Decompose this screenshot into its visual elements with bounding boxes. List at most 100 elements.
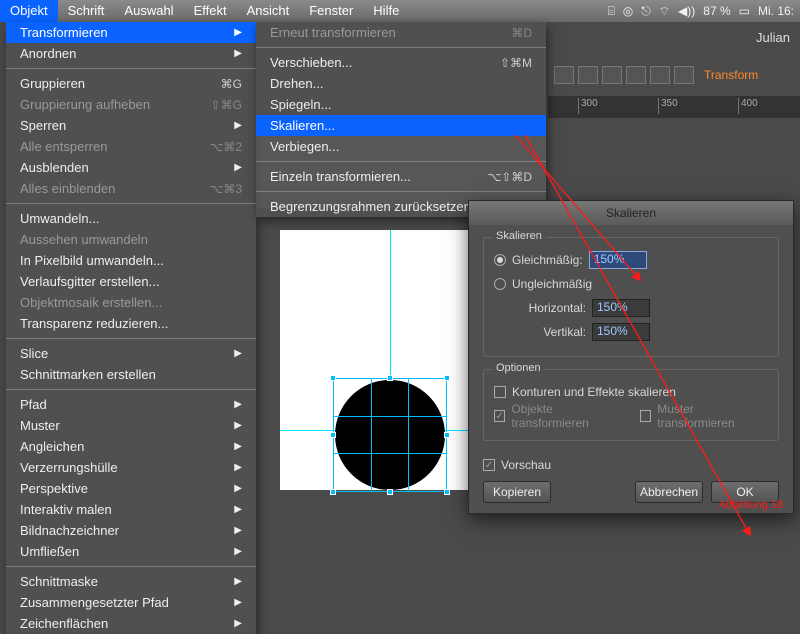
dropbox-icon: ⌸ <box>608 4 615 19</box>
resize-handle[interactable] <box>387 375 393 381</box>
resize-handle[interactable] <box>330 375 336 381</box>
menu-auswahl[interactable]: Auswahl <box>114 0 183 22</box>
menu-item-label: Angleichen <box>20 439 84 454</box>
align-icon[interactable] <box>602 66 622 84</box>
resize-handle[interactable] <box>330 432 336 438</box>
menu-item[interactable]: Verzerrungshülle▶ <box>6 457 256 478</box>
menu-schrift[interactable]: Schrift <box>58 0 115 22</box>
submenu-arrow-icon: ▶ <box>234 546 242 557</box>
sync-icon: ◎ <box>623 4 633 18</box>
ruler-tick: 300 <box>578 98 598 114</box>
menu-shortcut: ⌥⌘3 <box>209 182 242 196</box>
menu-item-label: In Pixelbild umwandeln... <box>20 253 164 268</box>
menu-item-label: Gruppierung aufheben <box>20 97 150 112</box>
resize-handle[interactable] <box>444 489 450 495</box>
menu-item[interactable]: Anordnen▶ <box>6 43 256 64</box>
menu-item[interactable]: Verlaufsgitter erstellen... <box>6 271 256 292</box>
objekt-menu[interactable]: Transformieren▶Anordnen▶Gruppieren⌘GGrup… <box>6 22 256 634</box>
submenu-arrow-icon: ▶ <box>234 597 242 608</box>
menu-item-label: Slice <box>20 346 48 361</box>
resize-handle[interactable] <box>444 375 450 381</box>
menu-item-label: Perspektive <box>20 481 88 496</box>
checkbox-scale-strokes[interactable] <box>494 386 506 398</box>
menu-item: Gruppierung aufheben⇧⌘G <box>6 94 256 115</box>
menu-item-label: Verzerrungshülle <box>20 460 118 475</box>
menu-item[interactable]: Einzeln transformieren...⌥⇧⌘D <box>256 166 546 187</box>
menu-item[interactable]: In Pixelbild umwandeln... <box>6 250 256 271</box>
menu-item[interactable]: Schnittmaske▶ <box>6 571 256 592</box>
menu-item[interactable]: Drehen... <box>256 73 546 94</box>
resize-handle[interactable] <box>330 489 336 495</box>
menu-item[interactable]: Transparenz reduzieren... <box>6 313 256 334</box>
menu-item[interactable]: Umfließen ▶ <box>6 541 256 562</box>
menu-item[interactable]: Verschieben...⇧⌘M <box>256 52 546 73</box>
menu-item[interactable]: Zeichenflächen▶ <box>6 613 256 634</box>
menu-fenster[interactable]: Fenster <box>299 0 363 22</box>
bluetooth-icon: ⎋ <box>641 4 651 19</box>
selection-bounding-box[interactable] <box>333 378 447 492</box>
menu-item-label: Umfließen <box>20 544 79 559</box>
align-toolbar: Transform <box>550 60 800 90</box>
checkbox-preview[interactable] <box>483 459 495 471</box>
menu-item-label: Transparenz reduzieren... <box>20 316 168 331</box>
menu-ansicht[interactable]: Ansicht <box>237 0 300 22</box>
menu-shortcut: ⌥⌘2 <box>209 140 242 154</box>
menu-item-label: Interaktiv malen <box>20 502 112 517</box>
submenu-arrow-icon: ▶ <box>234 348 242 359</box>
menu-item[interactable]: Schnittmarken erstellen <box>6 364 256 385</box>
submenu-arrow-icon: ▶ <box>234 27 242 38</box>
menubar: Objekt Schrift Auswahl Effekt Ansicht Fe… <box>0 0 800 22</box>
ruler-tick: 350 <box>658 98 678 114</box>
submenu-arrow-icon: ▶ <box>234 525 242 536</box>
menu-item-label: Ausblenden <box>20 160 89 175</box>
radio-uniform[interactable] <box>494 254 506 266</box>
menu-objekt[interactable]: Objekt <box>0 0 58 22</box>
submenu-arrow-icon: ▶ <box>234 618 242 629</box>
menu-item[interactable]: Pfad▶ <box>6 394 256 415</box>
menu-item[interactable]: Transformieren▶ <box>6 22 256 43</box>
menu-item: Aussehen umwandeln <box>6 229 256 250</box>
menu-item[interactable]: Slice ▶ <box>6 343 256 364</box>
annotation-arrow-icon <box>520 130 780 550</box>
submenu-arrow-icon: ▶ <box>234 483 242 494</box>
menu-item: Objektmosaik erstellen... <box>6 292 256 313</box>
resize-handle[interactable] <box>444 432 450 438</box>
menu-item[interactable]: Ausblenden▶ <box>6 157 256 178</box>
align-icon[interactable] <box>578 66 598 84</box>
menu-item[interactable]: Skalieren... <box>256 115 546 136</box>
transformieren-submenu[interactable]: Erneut transformieren⌘D Verschieben...⇧⌘M… <box>256 22 546 217</box>
menu-item[interactable]: Angleichen▶ <box>6 436 256 457</box>
align-icon[interactable] <box>650 66 670 84</box>
menu-hilfe[interactable]: Hilfe <box>363 0 409 22</box>
menu-item[interactable]: Sperren▶ <box>6 115 256 136</box>
menu-item-label: Aussehen umwandeln <box>20 232 148 247</box>
menu-item[interactable]: Gruppieren⌘G <box>6 73 256 94</box>
menu-item-label: Pfad <box>20 397 47 412</box>
battery-percent: 87 % <box>703 4 730 18</box>
menu-item-label: Erneut transformieren <box>270 25 396 40</box>
menu-item[interactable]: Interaktiv malen▶ <box>6 499 256 520</box>
menu-item[interactable]: Verbiegen... <box>256 136 546 157</box>
align-icon[interactable] <box>626 66 646 84</box>
resize-handle[interactable] <box>387 489 393 495</box>
menu-item[interactable]: Spiegeln... <box>256 94 546 115</box>
menu-item-label: Verlaufsgitter erstellen... <box>20 274 159 289</box>
menu-item-label: Anordnen <box>20 46 76 61</box>
align-icon[interactable] <box>674 66 694 84</box>
menu-item[interactable]: Umwandeln... <box>6 208 256 229</box>
menu-item[interactable]: Bildnachzeichner▶ <box>6 520 256 541</box>
menu-item-label: Sperren <box>20 118 66 133</box>
menu-item: Erneut transformieren⌘D <box>256 22 546 43</box>
menu-item-label: Schnittmaske <box>20 574 98 589</box>
menu-item-label: Alle entsperren <box>20 139 107 154</box>
align-icon[interactable] <box>554 66 574 84</box>
menu-item-label: Verbiegen... <box>270 139 339 154</box>
panel-tab-transform[interactable]: Transform <box>704 68 758 82</box>
menu-item-label: Umwandeln... <box>20 211 99 226</box>
menu-effekt[interactable]: Effekt <box>184 0 237 22</box>
menu-item[interactable]: Perspektive ▶ <box>6 478 256 499</box>
radio-nonuniform[interactable] <box>494 278 506 290</box>
menu-item-label: Verschieben... <box>270 55 352 70</box>
menu-item[interactable]: Zusammengesetzter Pfad▶ <box>6 592 256 613</box>
menu-item[interactable]: Muster▶ <box>6 415 256 436</box>
